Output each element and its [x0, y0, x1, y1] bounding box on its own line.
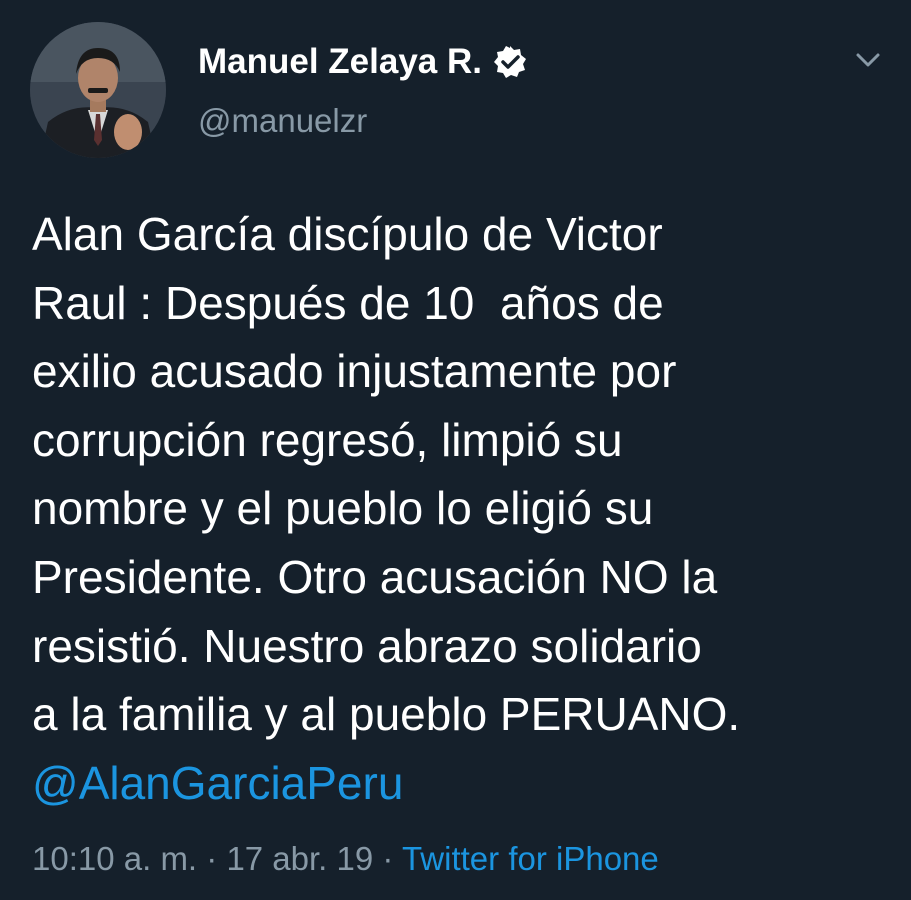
- author-row: Manuel Zelaya R.: [198, 38, 528, 86]
- tweet-line: nombre y el pueblo lo eligió su: [32, 482, 654, 535]
- meta-separator: ·: [373, 840, 402, 877]
- meta-separator: ·: [197, 840, 227, 877]
- tweet-line: Presidente. Otro acusación NO la: [32, 550, 718, 603]
- tweet-text: Alan García discípulo de Victor Raul : D…: [32, 200, 892, 817]
- mention-link[interactable]: @AlanGarciaPeru: [32, 757, 403, 809]
- tweet-line: Raul : Después de 10 años de: [32, 276, 664, 329]
- source-link[interactable]: Twitter for iPhone: [402, 840, 659, 877]
- tweet-line: resistió. Nuestro abrazo solidario: [32, 619, 702, 672]
- tweet-meta: 10:10 a. m. · 17 abr. 19 · Twitter for i…: [32, 840, 659, 878]
- profile-photo-icon: [30, 22, 166, 158]
- author-handle[interactable]: @manuelzr: [198, 102, 367, 140]
- tweet-line: a la familia y al pueblo PERUANO.: [32, 688, 741, 741]
- tweet-date[interactable]: 17 abr. 19: [226, 840, 373, 877]
- tweet-line: corrupción regresó, limpió su: [32, 413, 623, 466]
- tweet-card: Manuel Zelaya R. @manuelzr Alan García d…: [0, 0, 911, 900]
- tweet-line: exilio acusado injustamente por: [32, 345, 677, 398]
- verified-badge-icon: [492, 44, 528, 80]
- chevron-down-icon[interactable]: [852, 44, 884, 76]
- tweet-line: Alan García discípulo de Victor: [32, 208, 663, 260]
- tweet-time[interactable]: 10:10 a. m.: [32, 840, 197, 877]
- display-name[interactable]: Manuel Zelaya R.: [198, 42, 482, 82]
- avatar[interactable]: [30, 22, 166, 158]
